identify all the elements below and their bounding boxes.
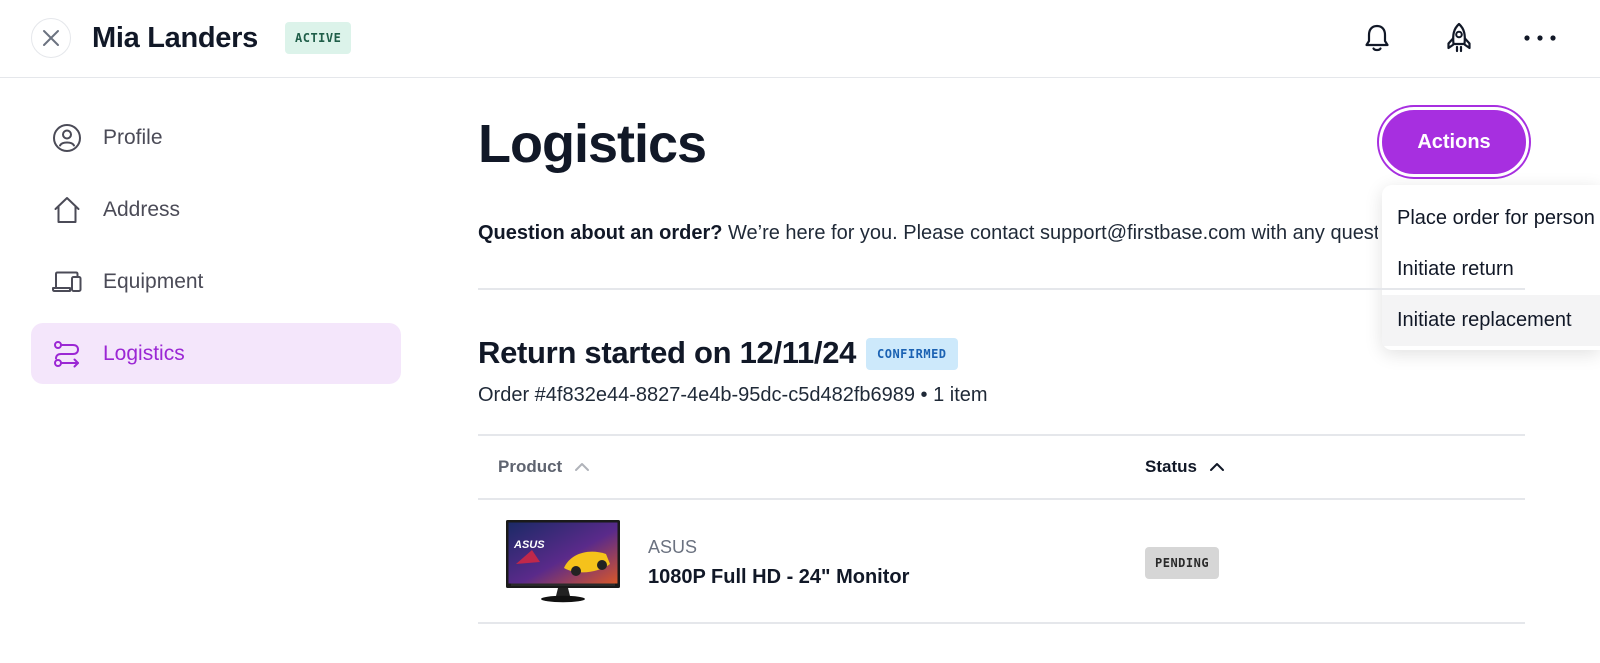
sidebar-item-label: Logistics	[103, 341, 185, 365]
order-number: Order #4f832e44-8827-4e4b-95dc-c5d482fb6…	[478, 384, 988, 406]
table-row-border	[478, 622, 1525, 624]
monitor-screen-logo: ASUS	[513, 539, 545, 551]
sidebar-item-label: Equipment	[103, 269, 204, 293]
sort-arrow-icon	[574, 462, 590, 472]
divider	[478, 288, 1525, 290]
sidebar-item-logistics[interactable]: Logistics	[31, 323, 401, 384]
monitor-product-image: ASUS	[506, 520, 620, 603]
more-options-button[interactable]	[1520, 18, 1560, 58]
sidebar-item-profile[interactable]: Profile	[31, 107, 401, 168]
top-bar: Mia Landers ACTIVE	[0, 0, 1600, 78]
actions-button[interactable]: Actions	[1379, 107, 1529, 177]
confirmed-badge: CONFIRMED	[866, 338, 958, 370]
user-circle-icon	[51, 122, 83, 154]
sidebar-item-label: Profile	[103, 125, 163, 149]
user-name: Mia Landers	[92, 22, 258, 54]
actions-dropdown-menu: Place order for person Initiate return I…	[1382, 185, 1600, 350]
product-name: 1080P Full HD - 24" Monitor	[648, 566, 910, 588]
laptop-phone-icon	[51, 266, 83, 298]
table-top-border	[478, 434, 1525, 436]
column-header-status[interactable]: Status	[1145, 455, 1225, 479]
launch-button[interactable]	[1439, 18, 1479, 58]
support-info-question: Question about an order?	[478, 222, 723, 244]
close-icon	[43, 30, 59, 46]
column-header-label: Product	[498, 457, 563, 476]
column-header-label: Status	[1145, 457, 1197, 476]
sort-arrow-icon	[1209, 462, 1225, 472]
sidebar-item-equipment[interactable]: Equipment	[31, 251, 401, 312]
status-badge-pending: PENDING	[1145, 547, 1220, 579]
notifications-button[interactable]	[1357, 18, 1397, 58]
route-icon	[51, 338, 83, 370]
column-header-product[interactable]: Product	[498, 455, 590, 479]
close-button[interactable]	[31, 18, 71, 58]
home-icon	[51, 194, 83, 226]
support-info-text: We’re here for you. Please contact suppo…	[722, 222, 1378, 244]
support-info: Question about an order? We’re here for …	[478, 218, 1378, 248]
bell-icon	[1365, 24, 1389, 52]
sidebar-item-label: Address	[103, 197, 181, 221]
rocket-icon	[1447, 22, 1471, 53]
sidebar-item-address[interactable]: Address	[31, 179, 401, 240]
sidebar: Profile Address Equipment Logistics	[31, 107, 401, 395]
status-badge: ACTIVE	[285, 22, 352, 54]
product-brand: ASUS	[648, 537, 698, 557]
return-title: Return started on 12/11/24	[478, 335, 857, 370]
page-title: Logistics	[478, 114, 707, 174]
menu-item-initiate-replacement[interactable]: Initiate replacement	[1382, 295, 1600, 346]
menu-item-place-order[interactable]: Place order for person	[1382, 193, 1600, 244]
more-horizontal-icon	[1524, 35, 1556, 41]
table-header-border	[478, 498, 1525, 500]
